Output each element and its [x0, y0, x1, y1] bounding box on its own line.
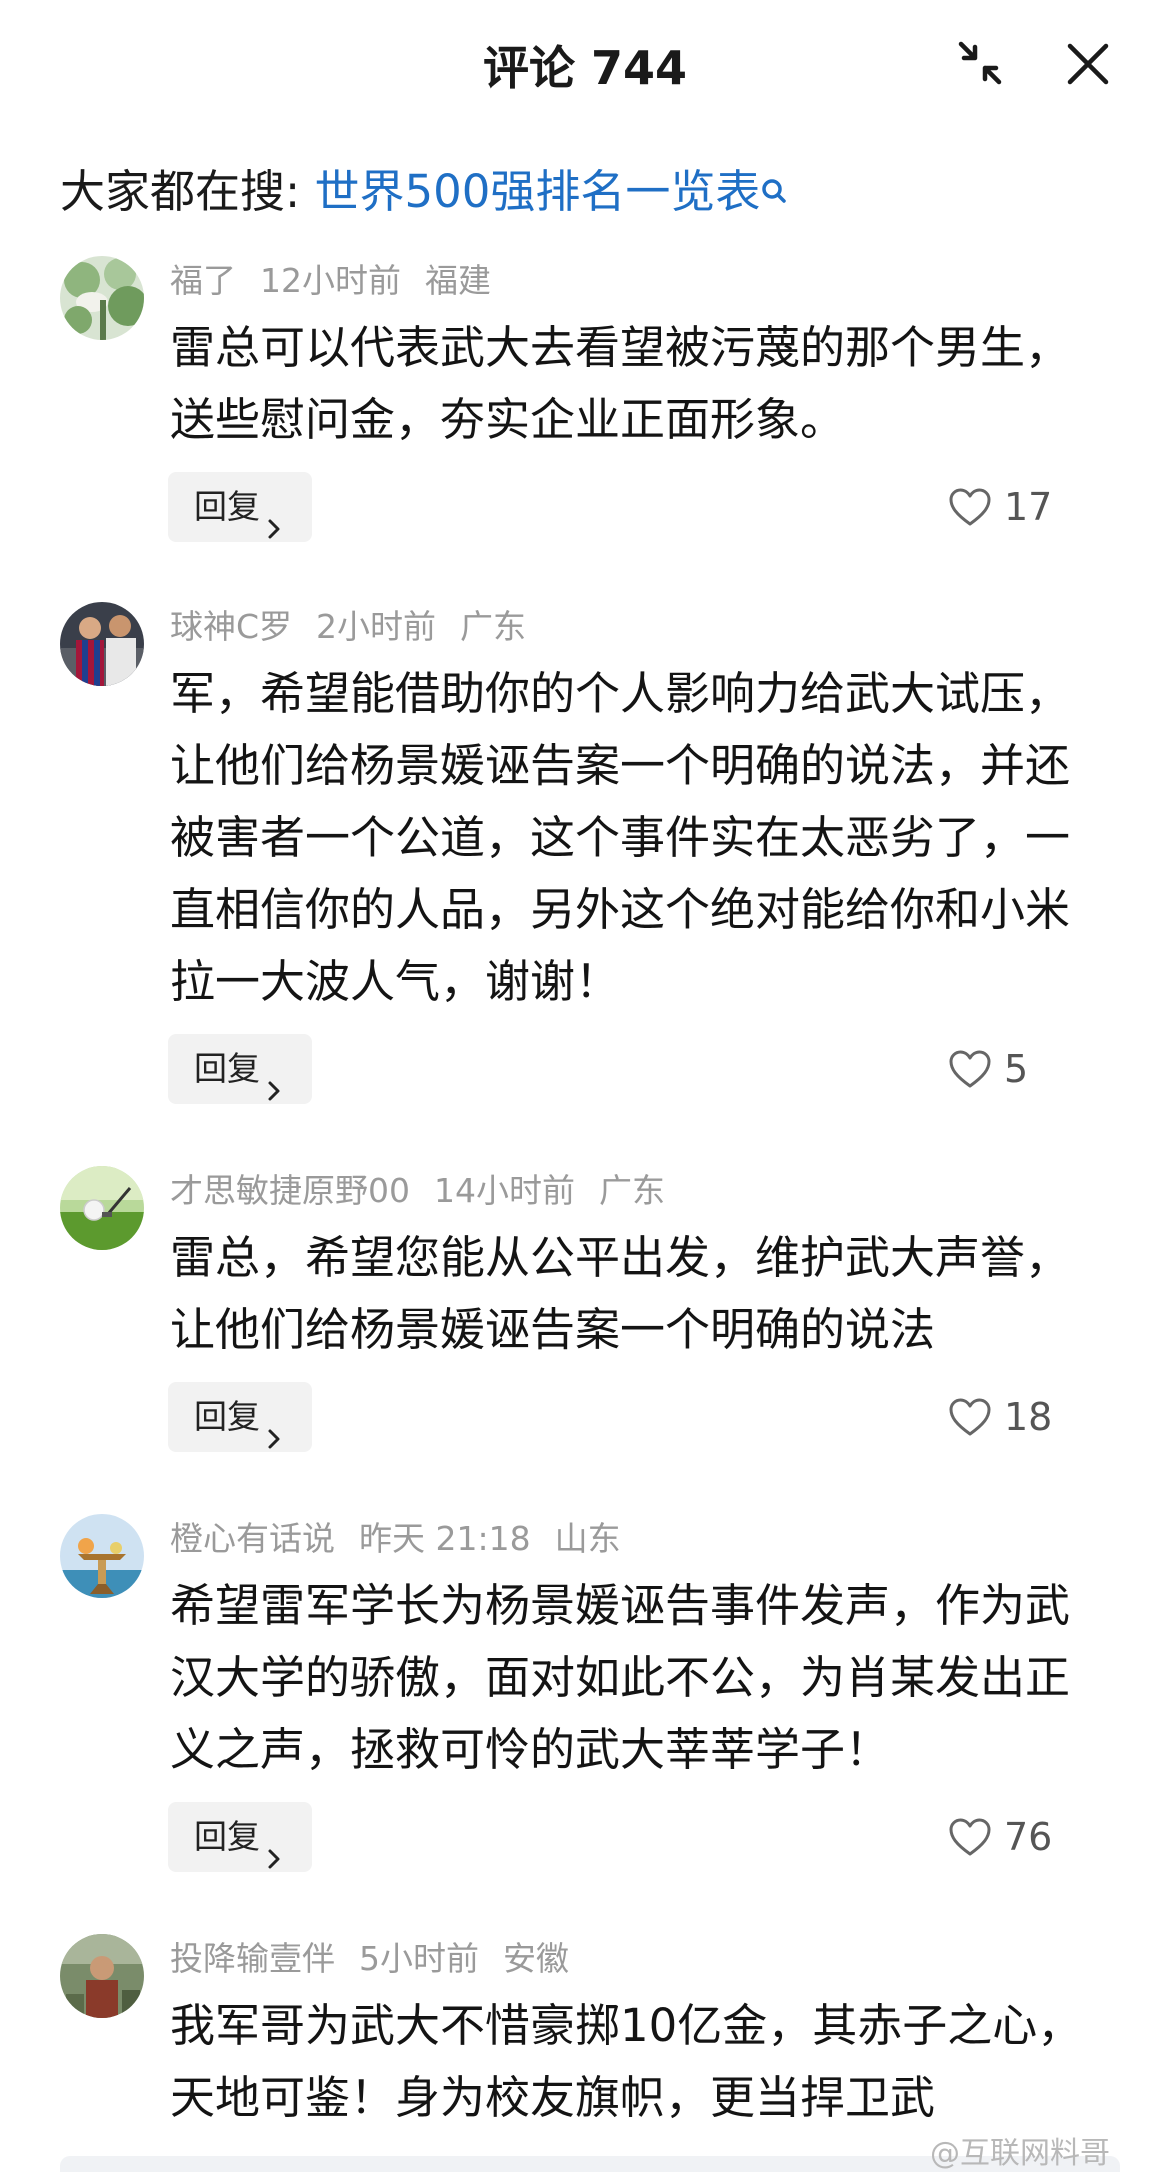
comment-location: 安徽 [503, 1939, 569, 1978]
hot-search-label: 大家都在搜: [60, 165, 301, 218]
comment-meta: 球神C罗 2小时前 广东 [170, 602, 550, 652]
comment-text: 希望雷军学长为杨景媛诬告事件发声，作为武汉大学的骄傲，面对如此不公，为肖某发出正… [170, 1579, 1071, 1776]
reply-button[interactable]: 回复 [168, 1382, 312, 1452]
comment-location: 广东 [460, 607, 527, 646]
comment-username[interactable]: 福了 [170, 261, 236, 300]
hot-search-link[interactable]: 世界500强排名一览表 [314, 165, 760, 218]
comments-header: 评论 744 [0, 0, 1170, 130]
avatar[interactable] [60, 256, 144, 340]
heart-icon [949, 488, 991, 525]
comment-meta: 才思敏捷原野00 14小时前 广东 [170, 1166, 689, 1216]
comment-time: 5小时前 [359, 1939, 479, 1978]
heart-icon [949, 1818, 991, 1855]
like-count: 17 [1004, 485, 1053, 529]
reply-button[interactable]: 回复 [168, 1802, 312, 1872]
comment-username[interactable]: 橙心有话说 [170, 1519, 335, 1558]
comment-location: 广东 [599, 1171, 665, 1210]
hot-search-bar: 大家都在搜: 世界500强排名一览表 [60, 162, 790, 222]
comment-username[interactable]: 投降输壹伴 [170, 1939, 335, 1978]
watermark: @互联网料哥 [930, 2136, 1110, 2171]
like-count: 18 [1004, 1395, 1053, 1439]
like-count: 76 [1004, 1815, 1053, 1859]
comment-text: 我军哥为武大不惜豪掷10亿金，其赤子之心，天地可鉴！身为校友旗帜，更当捍卫武 [170, 1999, 1083, 2124]
search-icon[interactable] [760, 168, 790, 204]
comment-time: 昨天 21:18 [359, 1519, 531, 1558]
comment-meta: 橙心有话说 昨天 21:18 山东 [170, 1514, 645, 1564]
heart-icon [949, 1398, 991, 1435]
avatar[interactable] [60, 1166, 144, 1250]
like-button[interactable]: 18 [948, 1382, 1052, 1452]
avatar[interactable] [60, 602, 144, 686]
close-icon[interactable] [1062, 38, 1114, 90]
reply-button[interactable]: 回复 [168, 1034, 312, 1104]
chevron-right-icon [266, 1405, 282, 1448]
comment-location: 山东 [554, 1519, 621, 1558]
chevron-right-icon [266, 495, 282, 538]
like-button[interactable]: 5 [948, 1034, 1028, 1104]
comment-meta: 福了 12小时前 福建 [170, 256, 515, 306]
collapse-icon[interactable] [955, 38, 1005, 88]
avatar[interactable] [60, 1934, 144, 2018]
like-count: 5 [1004, 1047, 1029, 1091]
avatar[interactable] [60, 1514, 144, 1598]
comment-text: 雷总，希望您能从公平出发，维护武大声誉，让他们给杨景媛诬告案一个明确的说法 [170, 1231, 1071, 1356]
like-button[interactable]: 17 [948, 472, 1052, 542]
comment-time: 2小时前 [316, 607, 437, 646]
comment-meta: 投降输壹伴 5小时前 安徽 [170, 1934, 593, 1984]
reply-label: 回复 [194, 1817, 260, 1856]
reply-label: 回复 [194, 487, 260, 526]
reply-label: 回复 [194, 1049, 260, 1088]
heart-icon [949, 1050, 991, 1087]
comment-text: 军，希望能借助你的个人影响力给武大试压，让他们给杨景媛诬告案一个明确的说法，并还… [170, 667, 1071, 1008]
comment-username[interactable]: 才思敏捷原野00 [170, 1171, 410, 1210]
like-button[interactable]: 76 [948, 1802, 1052, 1872]
comment-location: 福建 [425, 261, 491, 300]
chevron-right-icon [266, 1057, 282, 1100]
reply-button[interactable]: 回复 [168, 472, 312, 542]
reply-label: 回复 [194, 1397, 260, 1436]
comment-time: 12小时前 [260, 261, 401, 300]
comment-username[interactable]: 球神C罗 [170, 607, 292, 646]
comment-time: 14小时前 [434, 1171, 575, 1210]
chevron-right-icon [266, 1825, 282, 1868]
comment-text: 雷总可以代表武大去看望被污蔑的那个男生，送些慰问金，夯实企业正面形象。 [170, 321, 1071, 446]
